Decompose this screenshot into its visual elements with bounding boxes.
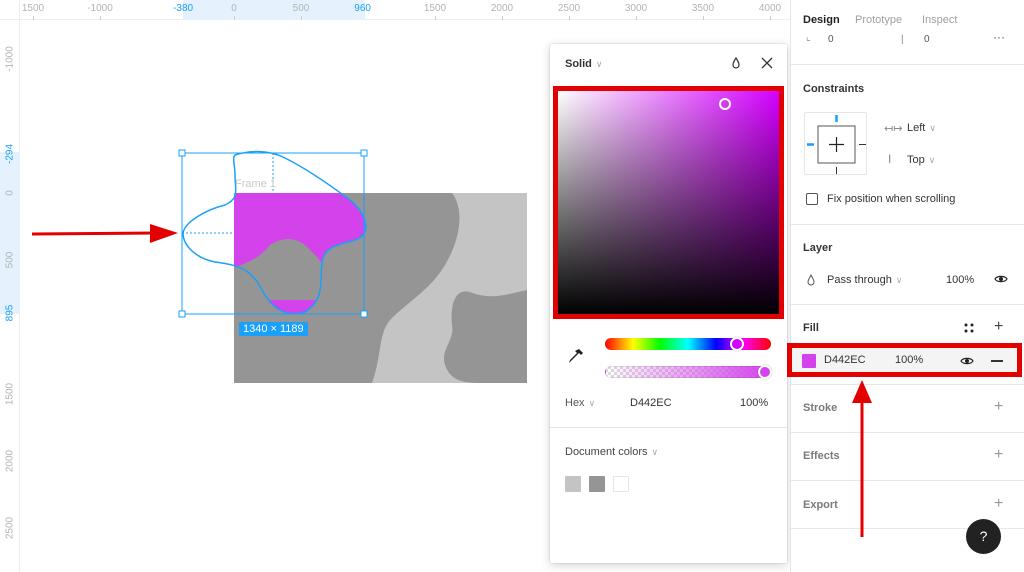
export-title: Export: [803, 499, 838, 511]
divider: [791, 480, 1024, 481]
blend-mode-value: Pass through: [827, 274, 892, 286]
fill-title: Fill: [803, 322, 819, 334]
eye-icon[interactable]: [994, 274, 1008, 284]
resize-handle-bottom-left: [178, 310, 186, 318]
blend-mode-dropdown[interactable]: Pass through ∨: [827, 274, 902, 286]
fill-type-label: Solid: [565, 58, 592, 70]
divider: [791, 224, 1024, 225]
chevron-down-icon: ∨: [895, 275, 903, 285]
horizontal-constraint-dropdown[interactable]: Left ∨: [907, 122, 936, 134]
saturation-handle[interactable]: [719, 98, 731, 110]
color-mode-label: Hex: [565, 397, 585, 409]
blend-drop-icon[interactable]: [728, 55, 744, 71]
chevron-down-icon: ∨: [595, 59, 603, 69]
tab-prototype[interactable]: Prototype: [855, 14, 902, 26]
constraints-title: Constraints: [803, 83, 865, 95]
eye-icon[interactable]: [960, 356, 974, 366]
fill-type-dropdown[interactable]: Solid ∨: [565, 58, 602, 70]
resize-handle-top-right: [360, 149, 368, 157]
fill-opacity-input[interactable]: 100%: [895, 354, 923, 366]
radius-icon: ⌞: [806, 32, 811, 43]
add-export-button[interactable]: +: [994, 496, 1003, 512]
document-colors-label: Document colors: [565, 446, 648, 458]
divider: [791, 432, 1024, 433]
chevron-down-icon: ∨: [929, 123, 936, 133]
more-options-icon[interactable]: ···: [993, 30, 1005, 44]
help-button[interactable]: ?: [966, 519, 1001, 554]
opacity-input[interactable]: 100%: [740, 397, 768, 409]
divider: [550, 427, 787, 428]
hue-slider[interactable]: [605, 338, 771, 350]
vertical-constraint-icon: I: [888, 152, 892, 166]
frame-label[interactable]: Frame 1: [235, 178, 276, 190]
color-picker-popover: Solid ∨ Hex ∨ D442EC 100% Document color…: [550, 44, 787, 563]
color-mode-dropdown[interactable]: Hex ∨: [565, 397, 595, 409]
remove-fill-button[interactable]: [991, 360, 1003, 362]
eyedropper-icon[interactable]: [567, 347, 585, 365]
fill-row[interactable]: D442EC 100%: [787, 343, 1022, 377]
document-color-swatch[interactable]: [589, 476, 605, 492]
properties-panel: Design Prototype Inspect ⌞ 0 | 0 ··· Con…: [787, 0, 1024, 572]
document-color-swatch[interactable]: [565, 476, 581, 492]
corner-radius-row: ⌞ 0 | 0 ···: [791, 30, 1024, 48]
hue-slider-handle[interactable]: [730, 337, 744, 351]
selection-size-badge: 1340 × 1189: [239, 322, 308, 336]
saturation-gradient: [558, 91, 779, 314]
chevron-down-icon: ∨: [588, 398, 596, 408]
radius-value[interactable]: 0: [828, 34, 834, 45]
resize-handle-bottom-right: [360, 310, 368, 318]
fill-hex-input[interactable]: D442EC: [824, 354, 866, 366]
add-stroke-button[interactable]: +: [994, 399, 1003, 415]
effects-title: Effects: [803, 450, 840, 462]
close-icon[interactable]: [759, 55, 775, 71]
chevron-down-icon: ∨: [651, 447, 659, 457]
saturation-brightness-area[interactable]: [553, 86, 784, 319]
vertical-constraint-dropdown[interactable]: Top ∨: [907, 154, 935, 166]
divider: [791, 304, 1024, 305]
fix-position-label[interactable]: Fix position when scrolling: [827, 193, 955, 205]
opacity-gradient: [605, 366, 771, 378]
resize-handle-top-left: [178, 149, 186, 157]
divider: [791, 64, 1024, 65]
layer-opacity-input[interactable]: 100%: [946, 274, 974, 286]
divider: [791, 384, 1024, 385]
vertical-constraint-value: Top: [907, 154, 925, 166]
tab-inspect[interactable]: Inspect: [922, 14, 957, 26]
independent-corners-icon: |: [901, 34, 904, 45]
opacity-slider[interactable]: [605, 366, 771, 378]
add-fill-button[interactable]: +: [994, 319, 1003, 335]
fill-color-swatch[interactable]: [802, 354, 816, 368]
fix-position-checkbox[interactable]: [806, 193, 818, 205]
hex-input[interactable]: D442EC: [630, 397, 672, 409]
document-color-swatch[interactable]: [613, 476, 629, 492]
constraints-widget[interactable]: [804, 112, 867, 175]
horizontal-constraint-value: Left: [907, 122, 926, 134]
blend-mode-icon: [807, 273, 815, 286]
document-colors-dropdown[interactable]: Document colors ∨: [565, 446, 658, 458]
constraints-diagram: [807, 115, 866, 174]
canvas[interactable]: 1500 -1000 -380 0 500 960 1500 2000 2500 3000 3500…: [0, 0, 790, 572]
tab-design[interactable]: Design: [803, 14, 840, 26]
color-picker-header: Solid ∨: [550, 44, 787, 84]
horizontal-constraint-icon: ↤↦: [884, 123, 903, 135]
frame-dark-blob: [443, 290, 527, 383]
opacity-slider-handle[interactable]: [758, 365, 772, 379]
other-value[interactable]: 0: [924, 34, 930, 45]
stroke-title: Stroke: [803, 402, 838, 414]
chevron-down-icon: ∨: [928, 155, 936, 165]
layer-title: Layer: [803, 242, 833, 254]
style-grid-icon[interactable]: [963, 322, 975, 334]
add-effect-button[interactable]: +: [994, 447, 1003, 463]
